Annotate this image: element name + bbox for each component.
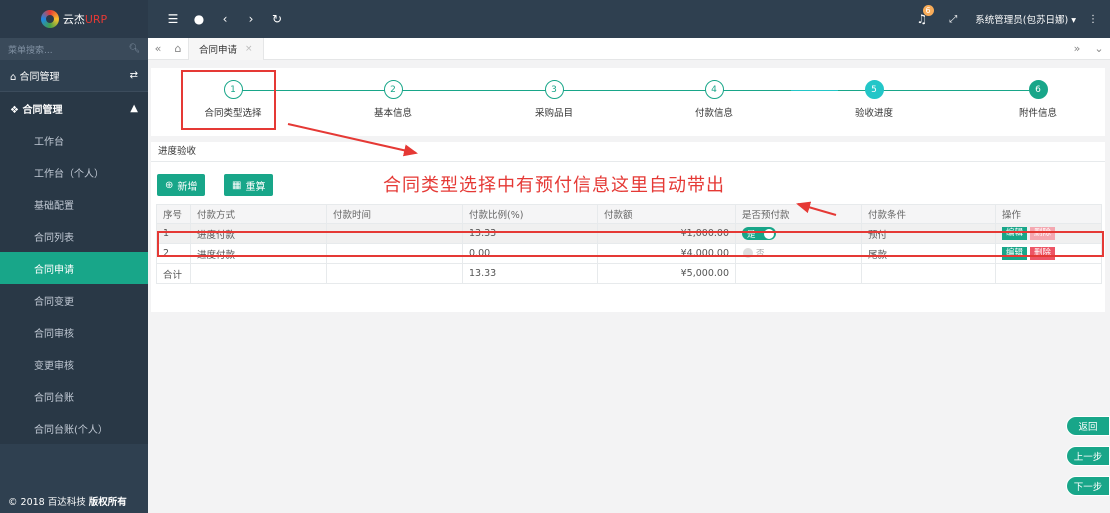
prev-step-button[interactable]: 上一步 xyxy=(1066,446,1110,466)
plus-circle-icon: ⊕ xyxy=(165,179,174,191)
notification-badge: 6 xyxy=(922,5,934,16)
sidebar-item-workbench[interactable]: 工作台 xyxy=(0,124,148,156)
step-4[interactable]: 4 付款信息 xyxy=(664,80,764,119)
forward-arrow-icon[interactable]: › xyxy=(238,12,264,26)
back-arrow-icon[interactable]: ‹ xyxy=(212,12,238,26)
search-icon[interactable]: 🔍︎ xyxy=(129,44,140,54)
sidebar-item-basic-config[interactable]: 基础配置 xyxy=(0,188,148,220)
sidebar-item-contract-management-top[interactable]: ⌂ 合同管理 ⇄ xyxy=(0,60,148,92)
main-content: 1 合同类型选择 2 基本信息 3 采购品目 4 付款信息 5 验收进度 6 附… xyxy=(148,60,1110,513)
sidebar: 云杰URP 菜单搜索... 🔍︎ ⌂ 合同管理 ⇄ ❖ 合同管理 ▲ 工作台 工… xyxy=(0,0,148,513)
panel-title: 进度验收 xyxy=(151,142,1105,162)
back-button[interactable]: 返回 xyxy=(1066,416,1110,436)
logo-text: 云杰 xyxy=(62,13,85,26)
sidebar-item-workbench-personal[interactable]: 工作台（个人） xyxy=(0,156,148,188)
logo-brand: URP xyxy=(84,13,108,26)
sidebar-item-contract-review[interactable]: 合同审核 xyxy=(0,316,148,348)
step-3[interactable]: 3 采购品目 xyxy=(504,80,604,119)
chevron-down-icon[interactable]: ⌄ xyxy=(1088,42,1110,55)
tabs-scroll-left-icon[interactable]: « xyxy=(148,42,168,55)
step-6[interactable]: 6 附件信息 xyxy=(988,80,1088,119)
sidebar-item-contract-list[interactable]: 合同列表 xyxy=(0,220,148,252)
sidebar-group-label: 合同管理 xyxy=(22,104,63,116)
sidebar-item-contract-ledger[interactable]: 合同台账 xyxy=(0,380,148,412)
table-header: 序号 付款方式 付款时间 付款比例(%) 付款额 是否预付款 付款条件 操作 xyxy=(156,204,1102,224)
globe-icon[interactable]: ● xyxy=(186,12,212,26)
more-icon[interactable]: ⋮ xyxy=(1088,14,1098,25)
logo: 云杰URP xyxy=(0,0,148,38)
cube-icon: ❖ xyxy=(10,104,19,116)
sidebar-item-contract-ledger-personal[interactable]: 合同台账(个人） xyxy=(0,412,148,444)
step-2[interactable]: 2 基本信息 xyxy=(343,80,443,119)
sidebar-group-contract-management[interactable]: ❖ 合同管理 ▲ xyxy=(0,92,148,124)
caret-up-icon: ▲ xyxy=(130,102,138,114)
refresh-icon[interactable]: ↻ xyxy=(264,12,290,26)
floating-actions: 返回 上一步 下一步 xyxy=(1066,416,1110,506)
bell-icon[interactable]: ♫ 6 xyxy=(917,5,934,26)
step-highlight-box xyxy=(181,70,276,130)
home-tab-icon[interactable]: ⌂ xyxy=(168,42,188,55)
sidebar-search[interactable]: 菜单搜索... 🔍︎ xyxy=(0,38,148,60)
next-step-button[interactable]: 下一步 xyxy=(1066,476,1110,496)
progress-panel: 进度验收 ⊕ 新增 ▦ 重算 合同类型选择中有预付信息这里自动带出 序号 付款方式 … xyxy=(151,142,1105,312)
menu-toggle-icon[interactable]: ☰ xyxy=(160,12,186,26)
sidebar-item-change-review[interactable]: 变更审核 xyxy=(0,348,148,380)
copyright: © 2018 百达科技 版权所有 xyxy=(0,489,148,513)
step-wizard: 1 合同类型选择 2 基本信息 3 采购品目 4 付款信息 5 验收进度 6 附… xyxy=(151,68,1105,136)
close-icon[interactable]: × xyxy=(245,44,253,54)
calculator-icon: ▦ xyxy=(232,179,242,191)
sidebar-item-contract-change[interactable]: 合同变更 xyxy=(0,284,148,316)
step-5[interactable]: 5 验收进度 xyxy=(824,80,924,119)
home-icon: ⌂ xyxy=(10,72,17,83)
row-highlight-box xyxy=(157,231,1104,257)
sidebar-item-label: 合同管理 xyxy=(19,72,60,83)
recalc-button[interactable]: ▦ 重算 xyxy=(224,174,274,196)
top-bar: ☰ ● ‹ › ↻ ♫ 6 ⤢ 系统管理员(包苏日娜) ▾ ⋮ xyxy=(148,0,1110,38)
tabs-scroll-right-icon[interactable]: » xyxy=(1066,42,1088,55)
table-total-row: 合计 13.33 ¥5,000.00 xyxy=(156,263,1102,284)
switch-icon[interactable]: ⇄ xyxy=(130,70,138,81)
sidebar-item-contract-apply[interactable]: 合同申请 xyxy=(0,252,148,284)
tab-contract-apply[interactable]: 合同申请 × xyxy=(188,37,264,60)
annotation-text: 合同类型选择中有预付信息这里自动带出 xyxy=(383,175,725,196)
add-button[interactable]: ⊕ 新增 xyxy=(157,174,206,196)
logo-icon xyxy=(40,10,59,28)
fullscreen-icon[interactable]: ⤢ xyxy=(949,14,957,25)
user-menu[interactable]: 系统管理员(包苏日娜) ▾ xyxy=(975,12,1076,26)
tabs-bar: « ⌂ 合同申请 × » ⌄ xyxy=(148,37,1110,60)
search-placeholder: 菜单搜索... xyxy=(8,45,53,56)
